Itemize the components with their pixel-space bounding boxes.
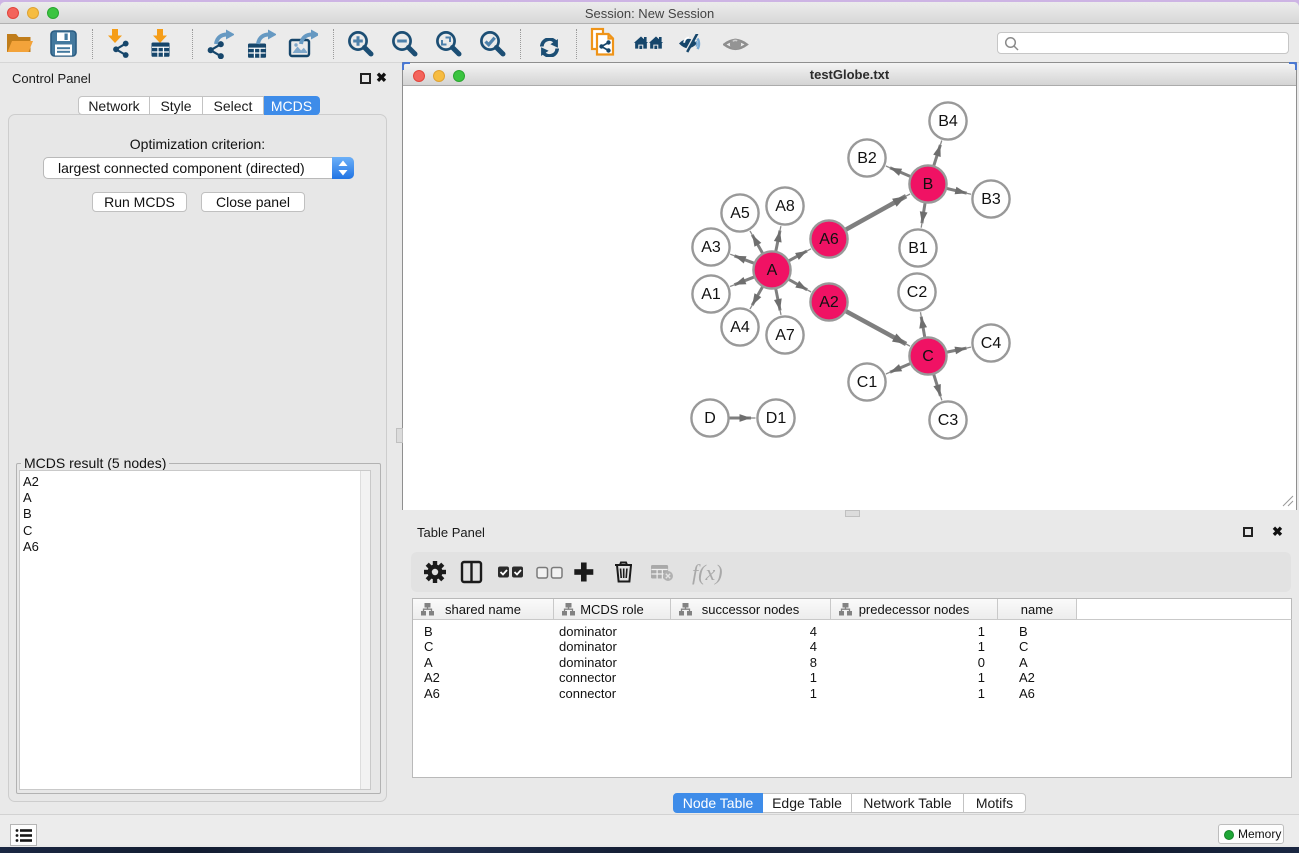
svg-text:A6: A6	[819, 231, 839, 248]
svg-text:A1: A1	[701, 286, 721, 303]
svg-text:A5: A5	[730, 205, 750, 222]
svg-text:C: C	[922, 348, 934, 365]
svg-text:B2: B2	[857, 150, 877, 167]
svg-text:A8: A8	[775, 198, 795, 215]
svg-text:A2: A2	[819, 294, 839, 311]
svg-text:C3: C3	[938, 412, 959, 429]
svg-text:A7: A7	[775, 327, 795, 344]
svg-text:B1: B1	[908, 240, 928, 257]
svg-text:A4: A4	[730, 319, 750, 336]
svg-text:A3: A3	[701, 239, 721, 256]
svg-text:A: A	[767, 262, 778, 279]
svg-text:C1: C1	[857, 374, 878, 391]
svg-text:f(x): f(x)	[692, 560, 723, 585]
svg-text:D1: D1	[766, 410, 787, 427]
svg-text:B3: B3	[981, 191, 1001, 208]
svg-text:C2: C2	[907, 284, 928, 301]
svg-text:B4: B4	[938, 113, 958, 130]
svg-text:C4: C4	[981, 335, 1002, 352]
svg-text:D: D	[704, 410, 716, 427]
svg-text:B: B	[923, 176, 934, 193]
